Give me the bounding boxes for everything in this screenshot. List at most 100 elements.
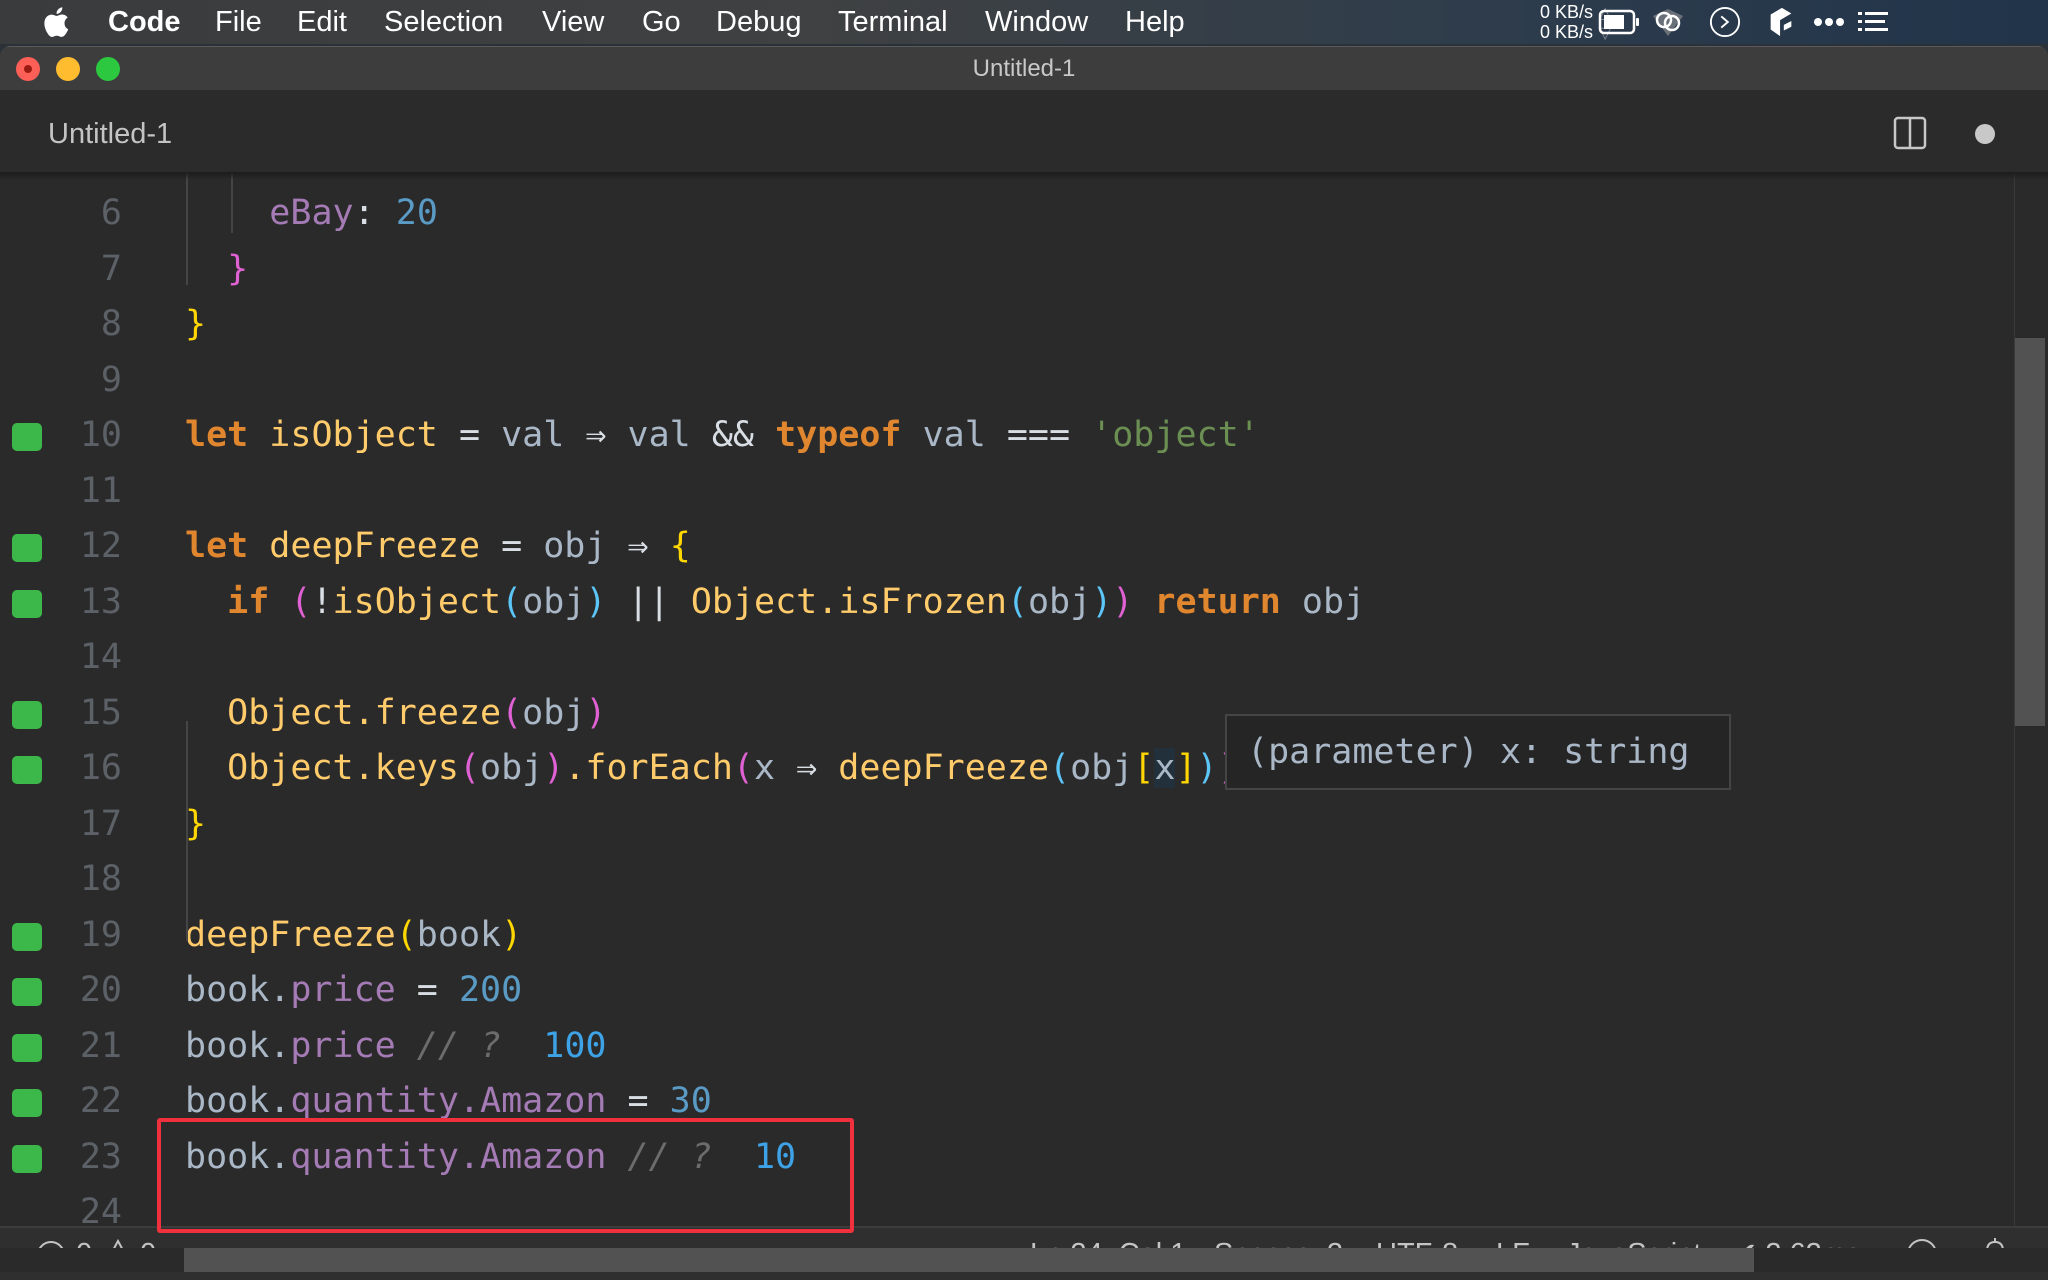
code-line[interactable]: 14 <box>0 630 2048 686</box>
code-line[interactable]: 17} <box>0 797 2048 853</box>
code-token: isObject <box>332 581 502 622</box>
code-line[interactable]: 7 } <box>0 242 2048 298</box>
horizontal-scrollbar-thumb[interactable] <box>184 1248 1754 1272</box>
line-code: eBay: 20 <box>185 186 438 242</box>
code-line[interactable]: 6 eBay: 20 <box>0 186 2048 242</box>
code-token: = <box>395 970 459 1010</box>
menu-help[interactable]: Help <box>1125 6 1185 38</box>
vertical-scrollbar-thumb[interactable] <box>2015 338 2045 726</box>
code-token: 200 <box>458 970 523 1010</box>
code-token: 'object' <box>1091 415 1260 455</box>
code-line[interactable]: 13 if (!isObject(obj) || Object.isFrozen… <box>0 575 2048 631</box>
gutter-coverage-marker <box>12 978 42 1006</box>
code-token: ( <box>458 748 481 788</box>
code-line[interactable]: 10 let isObject = val ⇒ val && typeof val… <box>0 408 2048 464</box>
menu-debug[interactable]: Debug <box>716 6 801 38</box>
menu-window[interactable]: Window <box>985 6 1088 38</box>
code-line[interactable]: 21 book.price // ? 100 <box>0 1019 2048 1075</box>
line-code: book.quantity.Amazon = 30 <box>185 1074 712 1130</box>
gutter-coverage-marker <box>12 1144 42 1173</box>
dropbox-icon[interactable] <box>1766 6 1796 38</box>
code-token: let <box>185 526 249 566</box>
line-code: book.price // ? 100 <box>185 1019 606 1075</box>
indent-guide <box>231 172 233 233</box>
code-line[interactable]: 9 <box>0 353 2048 409</box>
line-code: book.price = 200 <box>185 963 522 1019</box>
code-token: ( <box>501 692 523 733</box>
code-token: ) <box>1091 581 1113 622</box>
code-editor[interactable]: 6 eBay: 20 7 } 8} 9 10 let isObject = val ⇒ v… <box>0 172 2048 1272</box>
menu-terminal[interactable]: Terminal <box>838 6 948 38</box>
code-token: Object.isFrozen <box>690 581 1007 622</box>
battery-icon[interactable] <box>1598 6 1642 38</box>
line-code: book.quantity.Amazon // ? 10 <box>185 1130 796 1186</box>
code-line[interactable]: 23 book.quantity.Amazon // ? 10 <box>0 1130 2048 1186</box>
hover-tooltip: (parameter) x: string <box>1225 714 1731 790</box>
code-token: ( <box>1006 581 1028 622</box>
indent-guide <box>186 172 188 285</box>
code-line[interactable]: 20 book.price = 200 <box>0 963 2048 1019</box>
code-token: ( <box>501 581 523 622</box>
code-line[interactable]: 18 <box>0 852 2048 908</box>
code-line[interactable]: 22 book.quantity.Amazon = 30 <box>0 1074 2048 1130</box>
menu-file[interactable]: File <box>215 6 262 38</box>
menu-go[interactable]: Go <box>642 6 681 38</box>
code-token: obj <box>1027 581 1092 622</box>
line-number: 8 <box>100 304 122 344</box>
code-token: isObject <box>269 415 438 455</box>
gutter-coverage-marker <box>12 1089 42 1117</box>
code-token: obj <box>522 581 586 622</box>
unsaved-dot-icon[interactable] <box>1975 124 1995 144</box>
code-token: ( <box>1049 748 1071 788</box>
line-code: Object.keys(obj).forEach(x ⇒ deepFreeze(… <box>185 741 1239 797</box>
code-token: || <box>627 581 670 622</box>
title-bar[interactable]: Untitled-1 <box>0 46 2048 90</box>
code-token: } <box>227 248 249 289</box>
list-menu-icon[interactable] <box>1856 6 1890 38</box>
code-token: book. <box>185 1025 291 1066</box>
code-token: let <box>185 415 249 455</box>
code-line[interactable]: 11 <box>0 464 2048 520</box>
code-token: = <box>480 526 544 566</box>
code-line[interactable]: 15 Object.freeze(obj) <box>0 686 2048 742</box>
code-token: obj <box>1280 581 1366 622</box>
creative-cloud-icon[interactable] <box>1650 6 1686 38</box>
code-token: ⇒ <box>796 748 818 788</box>
code-token: obj <box>543 526 628 566</box>
code-token: 100 <box>543 1025 607 1066</box>
gutter-coverage-marker <box>12 1033 42 1062</box>
code-token: ) <box>501 914 523 955</box>
line-number: 9 <box>100 359 122 400</box>
code-token: price <box>290 970 396 1010</box>
line-number: 22 <box>79 1081 122 1121</box>
code-line[interactable]: 19 deepFreeze(book) <box>0 908 2048 964</box>
code-token: 10 <box>753 1136 797 1177</box>
menu-view[interactable]: View <box>542 6 604 38</box>
terminal-circle-icon[interactable] <box>1708 6 1742 38</box>
code-token: Object.freeze <box>227 692 502 733</box>
code-line[interactable]: 8} <box>0 297 2048 353</box>
split-editor-icon[interactable] <box>1893 116 1927 150</box>
code-token: // ? <box>627 1136 712 1177</box>
code-token: quantity.Amazon <box>290 1136 607 1177</box>
gutter-coverage-marker <box>12 700 42 729</box>
menu-edit[interactable]: Edit <box>297 6 347 38</box>
menu-app-code[interactable]: Code <box>108 6 181 38</box>
code-token: ) <box>543 748 565 788</box>
more-dots-icon[interactable] <box>1812 6 1846 38</box>
code-token: && <box>711 415 754 455</box>
code-token: book. <box>185 1136 291 1177</box>
window-title: Untitled-1 <box>972 55 1076 82</box>
apple-logo-icon[interactable] <box>40 5 70 39</box>
tab-untitled-1[interactable]: Untitled-1 <box>48 118 172 150</box>
code-line[interactable]: 16 Object.keys(obj).forEach(x ⇒ deepFree… <box>0 741 2048 797</box>
code-token: : <box>353 193 396 233</box>
code-line[interactable]: 12 let deepFreeze = obj ⇒ { <box>0 519 2048 575</box>
code-token: = <box>606 1081 670 1121</box>
menu-selection[interactable]: Selection <box>384 6 503 38</box>
